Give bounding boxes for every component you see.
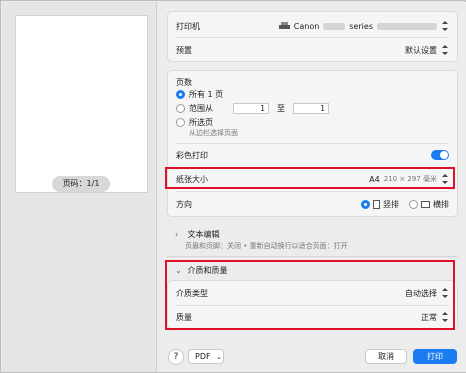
orientation-label: 方向 — [176, 199, 192, 209]
popup-arrows-icon — [441, 45, 449, 55]
pages-selection-option[interactable]: 所选页 — [176, 117, 213, 128]
printer-row[interactable]: 打印机 Canon series — [168, 15, 457, 37]
color-toggle[interactable] — [431, 150, 449, 160]
pages-selection-sub: 从边栏选择页面 — [189, 129, 238, 137]
presets-label: 预置 — [176, 45, 192, 55]
orientation-landscape-label: 横排 — [433, 199, 449, 209]
print-dialog: 页码：1/1 打印机 Canon series 预置 默认设置 页数 所有 1 … — [0, 0, 466, 373]
printer-model-redacted — [323, 22, 346, 30]
preview-page — [15, 15, 148, 193]
page-indicator[interactable]: 页码：1/1 — [52, 176, 110, 192]
text-edit-label: 文本编辑 — [187, 230, 220, 239]
color-row: 彩色打印 — [168, 144, 457, 166]
chevron-right-icon: › — [175, 230, 179, 239]
range-to-input[interactable]: 1 — [293, 103, 329, 114]
pages-all-option[interactable]: 所有 1 页 — [176, 89, 223, 100]
pages-selection-radio[interactable] — [176, 118, 185, 127]
printer-name-prefix: Canon — [293, 21, 320, 31]
presets-popup[interactable]: 默认设置 — [405, 45, 449, 56]
printer-group: 打印机 Canon series 预置 默认设置 — [167, 11, 458, 62]
print-button[interactable]: 打印 — [413, 349, 457, 364]
main-settings-group: 页数 所有 1 页 范围从 1 至 1 所选页 从边栏选择页面 彩色打印 纸张大… — [167, 70, 458, 217]
range-from-input[interactable]: 1 — [233, 103, 269, 114]
orientation-landscape-option[interactable]: 横排 — [409, 199, 449, 210]
pdf-label: PDF — [195, 352, 211, 361]
pages-title: 页数 — [176, 78, 192, 87]
pages-selection-label: 所选页 — [189, 118, 213, 127]
orientation-portrait-option[interactable]: 竖排 — [361, 199, 399, 210]
printer-popup[interactable]: Canon series — [278, 21, 449, 31]
landscape-page-icon — [421, 200, 430, 208]
orientation-portrait-label: 竖排 — [383, 199, 399, 209]
presets-row[interactable]: 预置 默认设置 — [168, 39, 457, 61]
highlight-media-quality — [165, 260, 455, 330]
divider — [167, 256, 458, 257]
preview-pane: 页码：1/1 — [2, 2, 157, 372]
pages-all-radio[interactable] — [176, 90, 185, 99]
orientation-row: 方向 竖排 横排 — [168, 193, 457, 215]
pages-range-radio[interactable] — [176, 104, 185, 113]
chevron-down-icon: ⌄ — [216, 353, 223, 361]
text-edit-sub: 页眉和页脚：关闭 • 重新自动换行以适合页面：打开 — [185, 242, 348, 250]
pages-range-option[interactable]: 范围从 1 至 1 — [176, 103, 329, 114]
pdf-menu-button[interactable]: PDF ⌄ — [188, 349, 224, 364]
presets-value: 默认设置 — [405, 45, 437, 55]
portrait-page-icon — [373, 199, 380, 209]
pages-all-label: 所有 1 页 — [189, 90, 224, 99]
divider — [176, 37, 449, 38]
cancel-button[interactable]: 取消 — [365, 349, 407, 364]
popup-arrows-icon — [441, 21, 449, 31]
orientation-landscape-radio[interactable] — [409, 199, 418, 209]
divider — [176, 191, 449, 192]
help-button[interactable]: ? — [168, 349, 184, 365]
highlight-paper-size — [165, 167, 455, 189]
color-label: 彩色打印 — [176, 150, 208, 160]
text-edit-section[interactable]: › 文本编辑 — [175, 229, 220, 240]
printer-label: 打印机 — [176, 21, 200, 31]
printer-icon — [278, 22, 290, 29]
pages-range-label: 范围从 — [189, 104, 213, 113]
printer-name-suffix: series — [349, 21, 373, 31]
range-to-label: 至 — [277, 104, 285, 113]
orientation-portrait-radio[interactable] — [361, 199, 370, 209]
printer-address-redacted — [377, 22, 437, 30]
footer-bar: ? PDF ⌄ 取消 打印 — [158, 344, 466, 372]
